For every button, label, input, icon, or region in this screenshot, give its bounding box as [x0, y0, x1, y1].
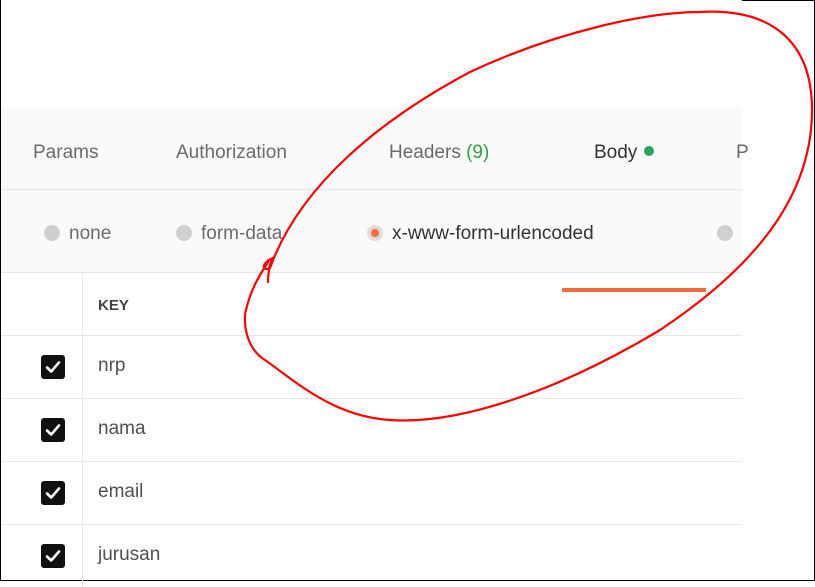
- tab-body-label: Body: [594, 142, 638, 163]
- request-header-area: [1, 0, 742, 107]
- tab-headers-count: (9): [466, 142, 490, 163]
- key-cell[interactable]: nrp: [98, 355, 125, 377]
- radio-raw[interactable]: [717, 223, 742, 245]
- checkmark-icon: [45, 361, 61, 373]
- request-tabs: Params Authorization Headers (9) Body P: [1, 107, 749, 292]
- table-row: jurusan: [1, 525, 742, 587]
- radio-x-www-form-urlencoded-label: x-www-form-urlencoded: [392, 223, 594, 244]
- radio-form-data-circle: [176, 225, 192, 241]
- tab-authorization[interactable]: Authorization: [176, 142, 287, 164]
- body-status-dot: [644, 146, 655, 156]
- header-check-cell: [1, 273, 83, 335]
- radio-x-www-form-urlencoded-circle: [367, 225, 383, 241]
- radio-raw-circle: [717, 225, 733, 241]
- row-enabled-checkbox[interactable]: [41, 418, 65, 442]
- check-cell: [1, 399, 83, 461]
- table-header-row: KEY: [1, 273, 742, 336]
- row-enabled-checkbox[interactable]: [41, 544, 65, 568]
- table-row: nama: [1, 399, 742, 462]
- radio-none-circle: [44, 225, 60, 241]
- tab-pre-request-script[interactable]: P: [736, 142, 749, 164]
- row-enabled-checkbox[interactable]: [41, 355, 65, 379]
- key-cell[interactable]: nama: [98, 418, 146, 440]
- radio-form-data[interactable]: form-data: [176, 223, 282, 245]
- table-row: nrp: [1, 336, 742, 399]
- key-cell[interactable]: email: [98, 481, 143, 503]
- check-cell: [1, 462, 83, 524]
- tab-headers-label: Headers: [389, 142, 467, 163]
- params-table: KEY nrp nama email jurusan: [1, 273, 742, 587]
- row-enabled-checkbox[interactable]: [41, 481, 65, 505]
- request-panel: Params Authorization Headers (9) Body P …: [1, 0, 749, 587]
- table-row: email: [1, 462, 742, 525]
- check-cell: [1, 336, 83, 398]
- key-cell[interactable]: jurusan: [98, 544, 160, 566]
- column-header-key: KEY: [98, 297, 129, 314]
- checkmark-icon: [45, 550, 61, 562]
- tab-params[interactable]: Params: [33, 142, 98, 164]
- radio-form-data-label: form-data: [201, 223, 283, 244]
- body-type-selector: none form-data x-www-form-urlencoded: [1, 190, 742, 273]
- checkmark-icon: [45, 424, 61, 436]
- tab-headers[interactable]: Headers (9): [389, 142, 489, 164]
- tab-body[interactable]: Body: [594, 142, 655, 164]
- check-cell: [1, 525, 83, 587]
- checkmark-icon: [45, 487, 61, 499]
- radio-none-label: none: [69, 223, 112, 244]
- radio-none[interactable]: none: [44, 223, 111, 245]
- radio-x-www-form-urlencoded[interactable]: x-www-form-urlencoded: [367, 223, 594, 245]
